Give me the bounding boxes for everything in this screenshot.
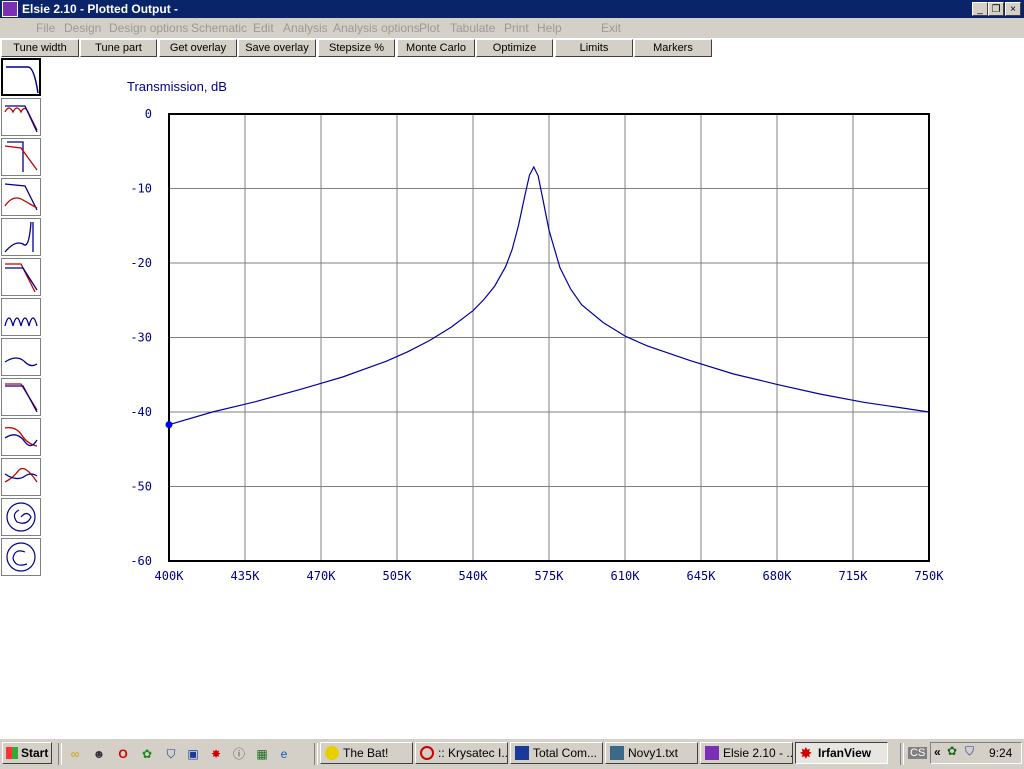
tray-expand-icon[interactable]: « (934, 745, 941, 759)
ie-icon[interactable]: e (276, 746, 292, 762)
x-tick-label: 645K (687, 569, 717, 583)
frog-icon[interactable]: ✿ (139, 746, 155, 762)
task-label: Total Com... (533, 746, 598, 760)
x-tick-label: 610K (611, 569, 641, 583)
taskbar: Start ∞ ☻ O ✿ ⛉ ▣ ✸ ⓘ ▦ e The Bat! :: Kr… (0, 738, 1024, 769)
y-tick-label: -40 (130, 405, 152, 419)
clock[interactable]: 9:24 (989, 746, 1012, 760)
transmission-chart: Transmission, dB 0 -10 -20 -30 -40 -50 -60 400… (127, 79, 945, 583)
taskbar-separator-2 (314, 743, 318, 765)
x-tick-label: 435K (231, 569, 261, 583)
opera-icon (420, 746, 434, 760)
network-tray-icon[interactable]: ✿ (947, 744, 957, 758)
notepad-icon (610, 746, 624, 760)
bat-icon (325, 746, 339, 760)
y-tick-label: -60 (130, 554, 152, 568)
elsie-icon (705, 746, 719, 760)
smiley-icon[interactable]: ☻ (91, 746, 107, 762)
windows-logo-icon (6, 747, 18, 759)
y-tick-label: -20 (130, 256, 152, 270)
floppy-icon (515, 746, 529, 760)
taskbar-separator (58, 743, 62, 765)
calculator-icon[interactable]: ▦ (254, 746, 270, 762)
irfanview-icon: ✸ (800, 745, 812, 761)
start-button[interactable]: Start (2, 742, 52, 764)
x-tick-label: 505K (383, 569, 413, 583)
task-label: :: Krysatec I... (438, 746, 508, 760)
info-icon[interactable]: ⓘ (231, 746, 247, 762)
task-elsie[interactable]: Elsie 2.10 - ... (700, 742, 793, 764)
x-tick-label: 715K (839, 569, 869, 583)
y-tick-label: 0 (145, 107, 152, 121)
splat-icon[interactable]: ✸ (208, 746, 224, 762)
x-tick-label: 575K (535, 569, 565, 583)
winamp-icon[interactable]: ∞ (67, 746, 83, 762)
x-tick-label: 750K (915, 569, 945, 583)
task-irfanview[interactable]: ✸ IrfanView (795, 742, 888, 764)
system-tray: « ✿ ⛉ 9:24 (930, 742, 1022, 764)
taskbar-separator-3 (900, 743, 904, 765)
task-label: Novy1.txt (628, 746, 679, 760)
shield-icon[interactable]: ⛉ (163, 746, 179, 762)
y-axis-label: Transmission, dB (127, 79, 227, 94)
task-total-commander[interactable]: Total Com... (510, 742, 603, 764)
x-tick-label: 400K (155, 569, 185, 583)
language-indicator[interactable]: CS (908, 747, 928, 759)
task-label: Elsie 2.10 - ... (723, 746, 793, 760)
y-tick-label: -10 (130, 182, 152, 196)
x-tick-label: 470K (307, 569, 337, 583)
x-tick-label: 540K (459, 569, 489, 583)
task-krysatec[interactable]: :: Krysatec I... (415, 742, 508, 764)
frequency-marker[interactable] (165, 421, 173, 429)
x-tick-label: 680K (763, 569, 793, 583)
security-tray-icon[interactable]: ⛉ (965, 744, 974, 759)
floppy-icon[interactable]: ▣ (185, 746, 201, 762)
y-tick-label: -30 (130, 331, 152, 345)
task-the-bat[interactable]: The Bat! (320, 742, 413, 764)
y-tick-label: -50 (130, 480, 152, 494)
task-label: The Bat! (343, 746, 389, 760)
task-label: IrfanView (818, 746, 872, 760)
opera-icon[interactable]: O (115, 746, 131, 762)
start-label: Start (21, 746, 49, 760)
task-notepad[interactable]: Novy1.txt (605, 742, 698, 764)
